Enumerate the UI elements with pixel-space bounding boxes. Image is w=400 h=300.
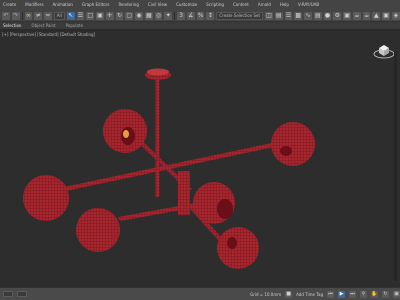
center-hub xyxy=(178,171,190,215)
status-bar: Grid = 10.0mm ■ Add Time Tag ⏮ ▶ ⏭ ⚲ ✋ ↻… xyxy=(0,287,400,300)
align-icon[interactable]: ▤ xyxy=(274,11,283,20)
mirror-icon[interactable]: ◫ xyxy=(265,11,273,20)
toolbar-separator xyxy=(174,11,176,20)
tab-object-paint[interactable]: Object Paint xyxy=(31,22,55,30)
menu-customize[interactable]: Customize xyxy=(176,0,197,10)
menu-civil-view[interactable]: Civil View xyxy=(148,0,167,10)
menu-rendering[interactable]: Rendering xyxy=(118,0,138,10)
snaps-toggle-icon[interactable]: 3 xyxy=(177,11,185,20)
menu-arnold[interactable]: Arnold xyxy=(258,0,271,10)
go-to-start-icon[interactable]: ⏮ xyxy=(327,290,334,298)
orbit-icon[interactable]: ↻ xyxy=(382,290,389,298)
vray-render-icon[interactable]: ◈ xyxy=(392,11,400,20)
bind-space-warp-icon[interactable]: ≈ xyxy=(44,11,52,20)
named-selection-dropdown[interactable]: Create Selection Set xyxy=(216,11,264,20)
select-object-icon[interactable]: ↖ xyxy=(66,11,75,20)
maximize-viewport-icon[interactable]: ▣ xyxy=(393,290,400,298)
unlink-icon[interactable]: ≠ xyxy=(34,11,43,20)
layer-explorer-icon[interactable]: ☰ xyxy=(284,11,293,20)
ceiling-canopy xyxy=(145,68,171,80)
render-production-icon[interactable]: ☕ xyxy=(352,11,361,20)
toggle-ribbon-icon[interactable]: ▩ xyxy=(294,11,303,20)
lock-icon[interactable]: ■ xyxy=(285,290,293,298)
viewport-side-strip xyxy=(394,51,397,281)
menu-help[interactable]: Help xyxy=(280,0,289,10)
globe-right xyxy=(271,122,315,166)
select-manipulate-icon[interactable]: ✦ xyxy=(164,11,173,20)
rectangular-selection-icon[interactable]: □ xyxy=(86,11,95,20)
percent-snap-icon[interactable]: % xyxy=(196,11,205,20)
schematic-view-icon[interactable]: ▤ xyxy=(313,11,322,20)
select-by-name-icon[interactable]: ☰ xyxy=(76,11,85,20)
menu-vray[interactable]: V-RAY/UAB xyxy=(298,0,319,10)
drop-rod xyxy=(155,79,160,197)
menu-content[interactable]: Content xyxy=(233,0,249,10)
place-icon[interactable]: ◉ xyxy=(135,11,143,20)
tab-selection[interactable]: Selection xyxy=(3,22,21,30)
spinner-snap-icon[interactable]: ↕ xyxy=(206,11,215,20)
tab-populate[interactable]: Populate xyxy=(66,22,83,30)
menu-scripting[interactable]: Scripting xyxy=(206,0,224,10)
rendered-frame-window-icon[interactable]: ▣ xyxy=(343,11,351,20)
toolbar-separator xyxy=(21,11,23,20)
scale-icon[interactable]: ▢ xyxy=(125,11,134,20)
angle-snap-icon[interactable]: ∡ xyxy=(186,11,195,20)
frame-slider-field[interactable] xyxy=(17,291,27,297)
material-editor-icon[interactable]: ● xyxy=(323,11,332,20)
arnold-render-icon[interactable]: ▲ xyxy=(372,11,381,20)
window-crossing-icon[interactable]: ▣ xyxy=(96,11,104,20)
globe-bottom xyxy=(217,227,259,269)
grid-readout: Grid = 10.0mm xyxy=(250,291,282,297)
globe-back-left xyxy=(103,109,147,153)
add-time-tag[interactable]: Add Time Tag xyxy=(296,292,323,297)
play-icon[interactable]: ▶ xyxy=(338,290,345,298)
render-iteration-icon[interactable]: ☕ xyxy=(362,11,371,20)
menu-bar: Create Modifiers Animation Graph Editors… xyxy=(0,0,400,10)
globe-center xyxy=(193,182,235,224)
selection-filter-dropdown[interactable]: All xyxy=(53,11,65,20)
arm-right-long xyxy=(64,143,274,191)
reference-coordinate-icon[interactable]: ▦ xyxy=(144,11,153,20)
globe-left xyxy=(23,175,69,221)
main-toolbar: ↶ ↷ ∞ ≠ ≈ All ↖ ☰ □ ▣ ✛ ↻ ▢ ◉ ▦ ◎ ✦ 3 ∡ … xyxy=(0,10,400,22)
perspective-viewport[interactable]: [+] [Perspective] [Standard] [Default Sh… xyxy=(0,31,400,287)
curve-editor-icon[interactable]: ∿ xyxy=(304,11,312,20)
vray-frame-buffer-icon[interactable]: ▣ xyxy=(382,11,391,20)
link-icon[interactable]: ∞ xyxy=(24,11,33,20)
pivot-center-icon[interactable]: ◎ xyxy=(154,11,163,20)
undo-icon[interactable]: ↶ xyxy=(2,11,10,20)
ribbon: Selection Object Paint Populate xyxy=(0,22,400,30)
menu-graph-editors[interactable]: Graph Editors xyxy=(82,0,109,10)
redo-icon[interactable]: ↷ xyxy=(11,11,20,20)
rotate-icon[interactable]: ↻ xyxy=(115,11,124,20)
viewcube-icon[interactable] xyxy=(373,43,395,59)
zoom-icon[interactable]: ⚲ xyxy=(360,290,367,298)
globe-front-left xyxy=(76,208,120,252)
move-icon[interactable]: ✛ xyxy=(105,11,114,20)
go-to-end-icon[interactable]: ⏭ xyxy=(349,290,356,298)
chandelier-model[interactable] xyxy=(0,31,400,287)
render-setup-icon[interactable]: ⚙ xyxy=(333,11,342,20)
pan-icon[interactable]: ✋ xyxy=(371,290,378,298)
maxscript-listener-field[interactable] xyxy=(3,291,13,297)
menu-create[interactable]: Create xyxy=(3,0,16,10)
menu-modifiers[interactable]: Modifiers xyxy=(25,0,43,10)
menu-animation[interactable]: Animation xyxy=(53,0,73,10)
